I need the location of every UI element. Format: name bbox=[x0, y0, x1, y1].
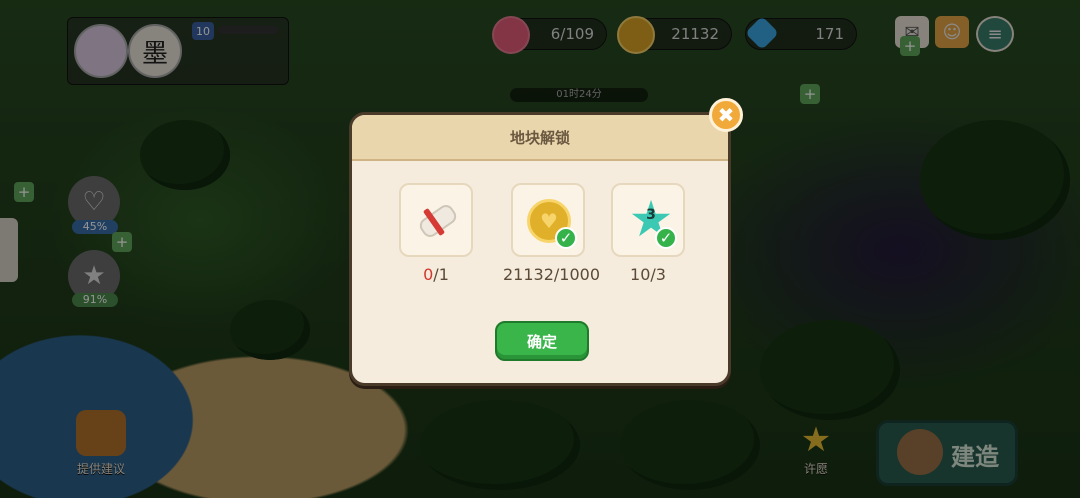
requirement-amount: 10/3 bbox=[609, 265, 687, 284]
confirm-button[interactable]: 确定 bbox=[495, 321, 589, 361]
checkmark-icon: ✓ bbox=[555, 227, 577, 249]
requirement-tile[interactable]: ♥ ✓ bbox=[511, 183, 585, 257]
requirement-have: 10 bbox=[630, 265, 651, 284]
requirement-amount: 21132/1000 bbox=[503, 265, 600, 284]
requirement-coins[interactable]: ♥ ✓ 21132/1000 bbox=[503, 183, 600, 284]
requirement-have: 0 bbox=[423, 265, 434, 284]
requirement-tile[interactable]: ★ 3 ✓ bbox=[611, 183, 685, 257]
dialog-title: 地块解锁 bbox=[509, 128, 570, 147]
close-icon[interactable]: ✖ bbox=[709, 98, 743, 132]
requirement-need: 1000 bbox=[559, 265, 601, 284]
star-badge-number: 3 bbox=[646, 207, 656, 223]
unlock-plot-dialog: 地块解锁 0/1 ♥ ✓ 21132/1000 ★ 3 ✓ 10/3 确定 bbox=[349, 112, 731, 386]
requirement-scroll[interactable]: 0/1 bbox=[397, 183, 475, 284]
requirement-need: 3 bbox=[655, 265, 666, 284]
scroll-icon bbox=[415, 201, 460, 241]
checkmark-icon: ✓ bbox=[655, 227, 677, 249]
requirement-have: 21132 bbox=[503, 265, 554, 284]
requirement-amount: 0/1 bbox=[397, 265, 475, 284]
dialog-header: 地块解锁 bbox=[352, 115, 728, 161]
requirement-tile[interactable] bbox=[399, 183, 473, 257]
requirement-need: 1 bbox=[438, 265, 449, 284]
requirement-stars[interactable]: ★ 3 ✓ 10/3 bbox=[609, 183, 687, 284]
